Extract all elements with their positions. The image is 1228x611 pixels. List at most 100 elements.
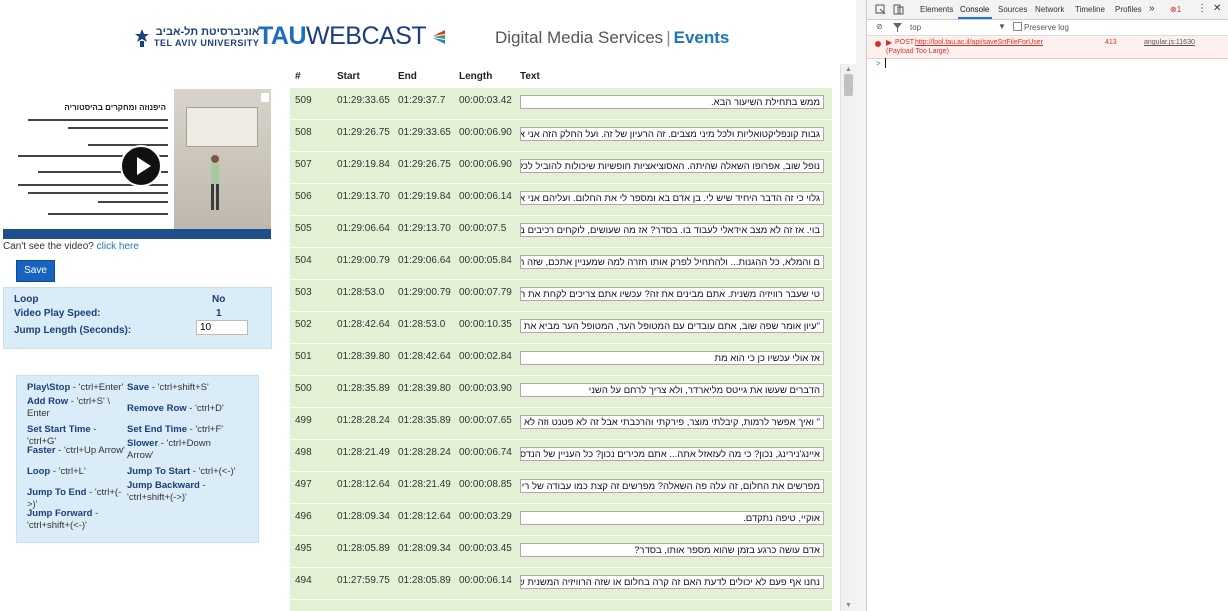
tab-profiles[interactable]: Profiles xyxy=(1115,5,1142,14)
row-start-time[interactable]: 01:28:39.80 xyxy=(337,351,390,362)
filter-icon[interactable] xyxy=(893,23,902,32)
save-button[interactable]: Save xyxy=(16,260,55,282)
row-text-input[interactable]: גלוי כי זה הדבר היחיד שיש לי. בן אדם בא … xyxy=(520,191,824,205)
table-row[interactable]: 508 01:29:26.75 01:29:33.65 00:00:06.90 גבות… xyxy=(290,120,832,152)
row-end-time[interactable]: 01:29:13.70 xyxy=(398,223,451,234)
row-start-time[interactable]: 01:28:09.34 xyxy=(337,511,390,522)
row-start-time[interactable]: 01:29:06.64 xyxy=(337,223,390,234)
row-end-time[interactable]: 01:29:37.7 xyxy=(398,95,445,106)
row-start-time[interactable]: 01:29:19.84 xyxy=(337,159,390,170)
row-text-input[interactable]: " ואיך אפשר לרמות, קיבלתי מוצר, פירקתי ו… xyxy=(520,415,824,429)
play-button[interactable] xyxy=(120,145,162,187)
context-dropdown-icon[interactable]: ▼ xyxy=(998,22,1006,31)
table-row[interactable]: 504 01:29:00.79 01:29:06.64 00:00:05.84 ם וה… xyxy=(290,248,832,280)
events-link[interactable]: Events xyxy=(674,28,730,47)
row-start-time[interactable]: 01:28:05.89 xyxy=(337,543,390,554)
row-end-time[interactable]: 01:28:53.0 xyxy=(398,319,445,330)
row-text-input[interactable]: נחנו אף פעם לא יכולים לדעת האם זה קרה בח… xyxy=(520,575,824,589)
loop-value[interactable]: No xyxy=(212,294,225,305)
row-end-time[interactable]: 01:28:35.89 xyxy=(398,415,451,426)
row-start-time[interactable]: 01:28:28.24 xyxy=(337,415,390,426)
tab-elements[interactable]: Elements xyxy=(920,5,953,14)
row-text-input[interactable]: ם והמלא, כל ההגנות... ולהתחיל לפרק אותו … xyxy=(520,255,824,269)
row-end-time[interactable]: 01:29:19.84 xyxy=(398,191,451,202)
row-start-time[interactable]: 01:28:21.49 xyxy=(337,447,390,458)
table-row[interactable]: 501 01:28:39.80 01:28:42.64 00:00:02.84 אז א… xyxy=(290,344,832,376)
row-end-time[interactable]: 01:28:28.24 xyxy=(398,447,451,458)
scrollbar-thumb[interactable] xyxy=(844,74,853,96)
row-end-time[interactable]: 01:28:09.34 xyxy=(398,543,451,554)
error-source-link[interactable]: angular.js:11630 xyxy=(1144,39,1195,46)
preserve-log-checkbox[interactable] xyxy=(1013,22,1022,31)
table-row[interactable]: 496 01:28:09.34 01:28:12.64 00:00:03.29 אוקי… xyxy=(290,504,832,536)
jump-length-input[interactable] xyxy=(196,320,248,335)
table-row[interactable]: 505 01:29:06.64 01:29:13.70 00:00:07.5 בוי. … xyxy=(290,216,832,248)
devtools-menu-icon[interactable]: ⋮ xyxy=(1197,3,1207,14)
console-error-message[interactable]: ▶ POST http://lool.tau.ac.il/api/saveSrt… xyxy=(867,36,1228,59)
error-count-icon[interactable]: ⊗1 xyxy=(1170,5,1181,14)
tab-network[interactable]: Network xyxy=(1035,5,1064,14)
click-here-link[interactable]: click here xyxy=(97,241,139,252)
speed-value[interactable]: 1 xyxy=(216,308,222,319)
row-text-input[interactable]: אוקיי, טיפה נתקדם. xyxy=(520,511,824,525)
console-input-caret[interactable] xyxy=(885,58,886,68)
row-end-time[interactable]: 01:28:39.80 xyxy=(398,383,451,394)
row-start-time[interactable]: 01:27:59.75 xyxy=(337,575,390,586)
row-start-time[interactable]: 01:29:26.75 xyxy=(337,127,390,138)
table-row[interactable]: 509 01:29:33.65 01:29:37.7 00:00:03.42 ממש ב… xyxy=(290,88,832,120)
table-row[interactable]: 495 01:28:05.89 01:28:09.34 00:00:03.45 אדם … xyxy=(290,536,832,568)
row-text-input[interactable]: איינג'נירינג, נכון? כי מה לעזאזל אתה... … xyxy=(520,447,824,461)
table-row[interactable]: 506 01:29:13.70 01:29:19.84 00:00:06.14 גלוי… xyxy=(290,184,832,216)
row-text-input[interactable]: גבות קונפליקטואליות ולכל מיני מצבים. זה … xyxy=(520,127,824,141)
row-end-time[interactable]: 01:29:33.65 xyxy=(398,127,451,138)
table-row[interactable]: 503 01:28:53.0 01:29:00.79 00:00:07.79 טי שע… xyxy=(290,280,832,312)
row-start-time[interactable]: 01:28:42.64 xyxy=(337,319,390,330)
inspect-element-icon[interactable] xyxy=(875,4,886,15)
table-row[interactable]: 502 01:28:42.64 01:28:53.0 00:00:10.35 "עיון… xyxy=(290,312,832,344)
page-scrollbar[interactable]: ▲ ▼ xyxy=(840,64,856,611)
table-row[interactable]: 507 01:29:19.84 01:29:26.75 00:00:06.90 נופל… xyxy=(290,152,832,184)
row-start-time[interactable]: 01:28:53.0 xyxy=(337,287,384,298)
row-text-input[interactable]: ממש בתחילת השיעור הבא. xyxy=(520,95,824,109)
table-row[interactable]: 500 01:28:35.89 01:28:39.80 00:00:03.90 הדבר… xyxy=(290,376,832,408)
row-end-time[interactable]: 01:28:12.64 xyxy=(398,511,451,522)
row-text-input[interactable]: טי שעבר רוויזיה משנית. אתם מבינים את זה?… xyxy=(520,287,824,301)
tau-logo[interactable]: אוניברסיטת תל-אביב TEL AVIV UNIVERSITY xyxy=(134,27,259,49)
row-text-input[interactable]: "עיון אומר שפה שוב, אתם עובדים עם המטופל… xyxy=(520,319,824,333)
table-row[interactable]: 499 01:28:28.24 01:28:35.89 00:00:07.65 " וא… xyxy=(290,408,832,440)
table-row[interactable]: 497 01:28:12.64 01:28:21.49 00:00:08.85 מפרש… xyxy=(290,472,832,504)
row-start-time[interactable]: 01:28:12.64 xyxy=(337,479,390,490)
more-tabs-button[interactable]: » xyxy=(1149,3,1155,14)
clear-console-icon[interactable]: ⊘ xyxy=(876,22,883,31)
row-start-time[interactable]: 01:28:35.89 xyxy=(337,383,390,394)
tab-timeline[interactable]: Timeline xyxy=(1075,5,1105,14)
row-end-time[interactable]: 01:29:26.75 xyxy=(398,159,451,170)
row-start-time[interactable]: 01:29:33.65 xyxy=(337,95,390,106)
devtools-splitter[interactable] xyxy=(856,0,866,611)
tab-sources[interactable]: Sources xyxy=(998,5,1027,14)
row-end-time[interactable]: 01:29:06.64 xyxy=(398,255,451,266)
row-text-input[interactable]: נופל שוב, אפרופו השאלה שהיתה. האסוציאציו… xyxy=(520,159,824,173)
table-row[interactable]: 494 01:27:59.75 01:28:05.89 00:00:06.14 נחנו… xyxy=(290,568,832,600)
row-start-time[interactable]: 01:29:00.79 xyxy=(337,255,390,266)
row-text-input[interactable]: הדברים שעשו את גייטס מליארדר, ולא צריך ל… xyxy=(520,383,824,397)
row-text-input[interactable]: אז אולי עכשיו כן כי הוא מת xyxy=(520,351,824,365)
row-end-time[interactable]: 01:28:05.89 xyxy=(398,575,451,586)
device-mode-icon[interactable] xyxy=(893,4,904,15)
error-url[interactable]: http://lool.tau.ac.il/api/saveSrtFileFor… xyxy=(915,39,1043,46)
close-devtools-icon[interactable]: ✕ xyxy=(1213,3,1221,14)
video-player[interactable]: היפנוזה ומחקרים בהיסטוריה xyxy=(3,89,271,239)
table-row[interactable]: 498 01:28:21.49 01:28:28.24 00:00:06.74 איינ… xyxy=(290,440,832,472)
row-start-time[interactable]: 01:29:13.70 xyxy=(337,191,390,202)
scroll-down-icon[interactable]: ▼ xyxy=(845,602,852,609)
row-end-time[interactable]: 01:29:00.79 xyxy=(398,287,451,298)
row-text-input[interactable]: מפרשים את החלום, זה עלה פה השאלה? מפרשים… xyxy=(520,479,824,493)
row-end-time[interactable]: 01:28:21.49 xyxy=(398,479,451,490)
scroll-up-icon[interactable]: ▲ xyxy=(845,66,852,73)
expand-arrow-icon[interactable]: ▶ xyxy=(886,38,892,47)
tab-console[interactable]: Console xyxy=(960,5,989,14)
row-text-input[interactable]: אדם עושה כרגע בזמן שהוא מספר אותו, בסדר? xyxy=(520,543,824,557)
row-end-time[interactable]: 01:28:42.64 xyxy=(398,351,451,362)
context-selector[interactable]: top xyxy=(910,23,921,32)
row-text-input[interactable]: בוי. אז זה לא מצב אידאלי לעבוד בו. בסדר?… xyxy=(520,223,824,237)
